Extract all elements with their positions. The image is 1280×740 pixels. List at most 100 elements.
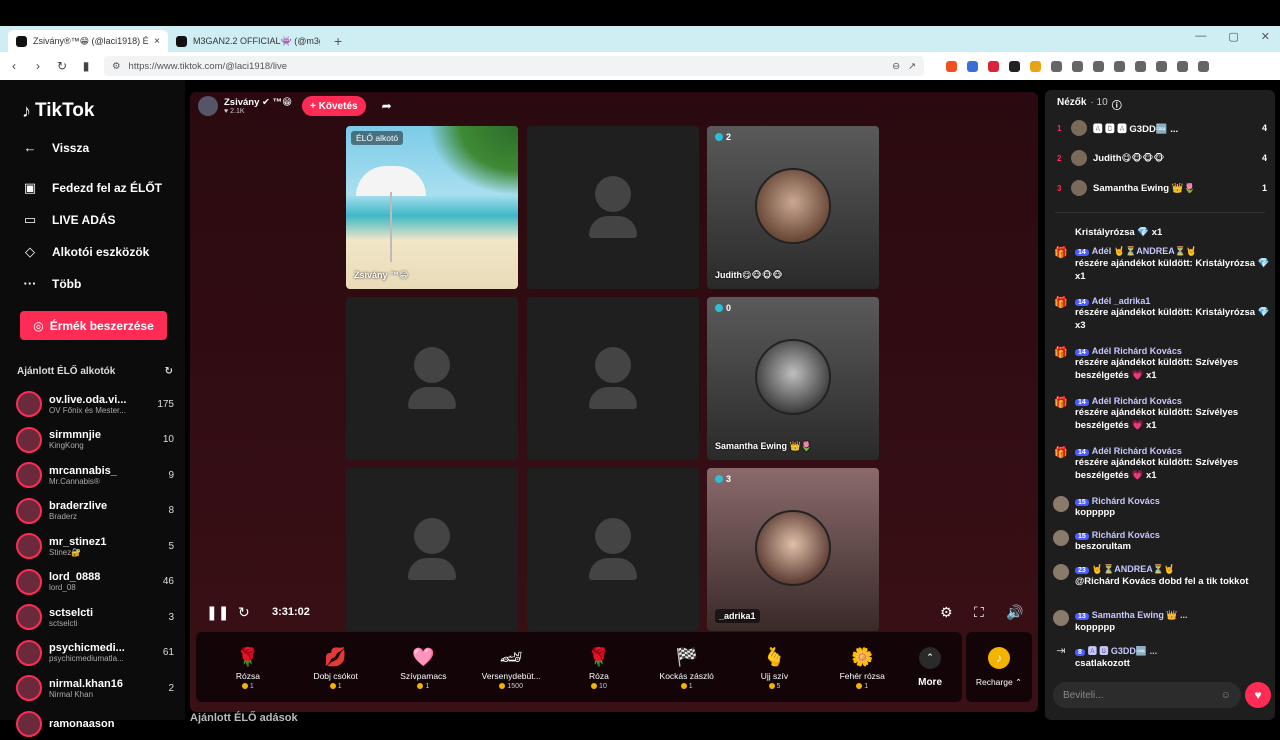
creator-item[interactable]: sirmmnjie KingKong 10 <box>16 424 174 456</box>
puzzle-icon[interactable] <box>1093 60 1104 72</box>
chat-user[interactable]: 14 Adél 🤘⏳ANDREA⏳🤘 <box>1075 246 1271 257</box>
gift-item[interactable]: 🩷 Szívpamacs 1 <box>380 645 468 690</box>
host-video-tile[interactable]: ÉLŐ alkotó Zsivány ™😁 <box>346 126 518 289</box>
chat-message[interactable]: 23 🤘⏳ANDREA⏳🤘 @Richárd Kovács dobd fel a t… <box>1053 564 1271 588</box>
host-tile-label: Zsivány ™😁 <box>354 270 409 280</box>
gift-item[interactable]: 🫰 Ujj szív 5 <box>731 645 819 690</box>
gift-item[interactable]: 🌹 Róza 10 <box>555 645 643 690</box>
fullscreen-icon[interactable]: ⛶ <box>974 604 984 621</box>
extension-icon[interactable] <box>967 60 978 72</box>
chat-user[interactable]: 23 🤘⏳ANDREA⏳🤘 <box>1075 564 1271 575</box>
like-heart-button[interactable]: ♥ <box>1245 682 1271 708</box>
creator-item[interactable]: sctselcti sctselcti 3 <box>16 601 174 633</box>
chat-user[interactable]: 15 Richárd Kovács <box>1075 530 1271 540</box>
share-page-icon[interactable]: ↗ <box>908 61 916 72</box>
chat-message[interactable]: ⇥ 8 🅰 🅱 G3DD🆒 ... csatlakozott <box>1053 644 1271 670</box>
tiktok-logo[interactable]: ♪ TikTok <box>22 100 94 122</box>
zoom-icon[interactable]: ⊖ <box>892 61 900 72</box>
wallet-icon[interactable] <box>1156 60 1167 72</box>
host-avatar[interactable] <box>198 96 218 116</box>
chat-message[interactable]: Kristályrózsa 💎 x1 <box>1053 226 1271 242</box>
gift-item[interactable]: 🏎 Versenydebüt... 1500 <box>467 645 555 690</box>
share-icon[interactable]: ➦ <box>382 99 392 113</box>
sidebar-item-live-broadcast[interactable]: ▭ LIVE ADÁS <box>22 212 116 228</box>
viewer-row[interactable]: 1 🅰 🅱 🅰 G3DD🆒 ... 4 <box>1057 117 1267 139</box>
emoji-icon[interactable]: ☺ <box>1221 690 1231 701</box>
chat-message[interactable]: 15 Richárd Kovács beszorultam <box>1053 530 1271 553</box>
extension-icon[interactable] <box>1072 60 1083 72</box>
close-tab-icon[interactable]: × <box>154 36 160 47</box>
chat-message[interactable]: 🎁 14 Adél _adrika1 részére ajándékot küldöt… <box>1053 296 1271 332</box>
creator-item[interactable]: nirmal.khan16 Nirmal Khan 2 <box>16 672 174 704</box>
chat-message[interactable]: 🎁 14 Adél Richárd Kovács részére ajándékot … <box>1053 396 1271 432</box>
viewer-row[interactable]: 3 Samantha Ewing 👑🌷 1 <box>1057 177 1267 199</box>
url-field[interactable]: ⚙ https://www.tiktok.com/@laci1918/live … <box>104 56 924 76</box>
forward-icon[interactable]: › <box>32 59 44 73</box>
maximize-icon[interactable]: ▢ <box>1228 30 1238 43</box>
chat-message[interactable]: 🎁 14 Adél Richárd Kovács részére ajándékot … <box>1053 446 1271 482</box>
gift-item[interactable]: 🌹 Rózsa 1 <box>204 645 292 690</box>
recharge-button[interactable]: ♪ Recharge ⌃ <box>966 632 1032 702</box>
info-icon[interactable]: ⓘ <box>1112 97 1122 112</box>
guest-tile-samantha[interactable]: 0 Samantha Ewing 👑🌷 <box>707 297 879 460</box>
extension-icon[interactable] <box>1030 60 1041 72</box>
creator-item[interactable]: mrcannabis_ Mr.Cannabis® 9 <box>16 459 174 491</box>
sidebar-item-explore-live[interactable]: ▣ Fedezd fel az ÉLŐT <box>22 180 162 196</box>
reload-icon[interactable]: ↻ <box>56 59 68 73</box>
chat-user[interactable]: 14 Adél _adrika1 <box>1075 296 1271 306</box>
chat-user[interactable]: 15 Richárd Kovács <box>1075 496 1271 506</box>
gift-item[interactable]: 🌼 Fehér rózsa 1 <box>818 645 906 690</box>
host-name[interactable]: Zsivány ✔ ™😁 <box>224 97 292 108</box>
creator-item[interactable]: braderzlive Braderz 8 <box>16 495 174 527</box>
chat-user[interactable]: 8 🅰 🅱 G3DD🆒 ... <box>1075 644 1271 657</box>
creator-item[interactable]: lord_0888 lord_08 46 <box>16 566 174 598</box>
bookmark-icon[interactable]: ▮ <box>80 59 92 73</box>
site-info-icon[interactable]: ⚙ <box>112 61 121 72</box>
sidebar-icon[interactable] <box>1135 60 1146 72</box>
back-icon[interactable]: ‹ <box>8 59 20 73</box>
pause-icon[interactable]: ❚❚ <box>206 604 229 621</box>
chat-user[interactable]: 13 Samantha Ewing 👑 ... <box>1075 610 1271 621</box>
get-coins-button[interactable]: ◎ Érmék beszerzése <box>20 311 167 340</box>
tab-tiktok-live[interactable]: Zsivány®™😁 (@laci1918) ÉL × <box>8 30 168 52</box>
tab-m3gan[interactable]: M3GAN2.2 OFFICIAL👾 (@m3gan <box>168 30 328 52</box>
music-icon[interactable] <box>1114 60 1125 72</box>
viewer-row[interactable]: 2 Judith😋🐵🐵🐵 4 <box>1057 147 1267 169</box>
vpn-icon[interactable] <box>1177 60 1188 72</box>
gift-item[interactable]: 🏁 Kockás zászló 1 <box>643 645 731 690</box>
menu-icon[interactable] <box>1198 60 1209 72</box>
creator-item[interactable]: ov.live.oda.vi... OV Főnix és Mester... … <box>16 388 174 420</box>
extension-icon[interactable] <box>988 60 999 72</box>
creator-item[interactable]: mr_stinez1 Stinez🔐 5 <box>16 530 174 562</box>
creator-item[interactable]: psychicmedi... psychicmediumatla... 61 <box>16 637 174 669</box>
chat-user[interactable]: 14 Adél Richárd Kovács <box>1075 346 1271 356</box>
chat-user[interactable]: 14 Adél Richárd Kovács <box>1075 396 1271 406</box>
sidebar-item-creator-tools[interactable]: ◇ Alkotói eszközök <box>22 244 149 260</box>
brave-shield-icon[interactable] <box>946 60 957 72</box>
empty-guest-slot[interactable] <box>346 297 518 460</box>
chat-user[interactable]: 14 Adél Richárd Kovács <box>1075 446 1271 456</box>
follow-button[interactable]: + Követés <box>302 96 366 116</box>
chat-message[interactable]: 15 Richárd Kovács koppppp <box>1053 496 1271 519</box>
settings-icon[interactable]: ⚙ <box>940 604 953 621</box>
sidebar-item-back[interactable]: ← Vissza <box>22 140 90 155</box>
minimize-icon[interactable]: — <box>1195 30 1206 43</box>
volume-icon[interactable]: 🔊 <box>1006 604 1023 621</box>
empty-guest-slot[interactable] <box>527 126 699 289</box>
empty-guest-slot[interactable] <box>527 297 699 460</box>
guest-tile-judith[interactable]: 2 Judith😋🐵🐵🐵 <box>707 126 879 289</box>
extension-icon[interactable] <box>1009 60 1020 72</box>
sidebar-item-more[interactable]: ··· Több <box>22 276 82 291</box>
gift-item[interactable]: 💋 Dobj csókot 1 <box>292 645 380 690</box>
chat-message[interactable]: 🎁 14 Adél 🤘⏳ANDREA⏳🤘 részére ajándékot küld… <box>1053 246 1271 283</box>
chat-message[interactable]: 13 Samantha Ewing 👑 ... koppppp <box>1053 610 1271 634</box>
refresh-stream-icon[interactable]: ↻ <box>238 604 250 621</box>
chat-message[interactable]: 🎁 14 Adél Richárd Kovács részére ajándékot … <box>1053 346 1271 382</box>
close-window-icon[interactable]: ✕ <box>1261 30 1270 43</box>
chat-input[interactable]: Beviteli... ☺ <box>1053 682 1241 708</box>
creator-item[interactable]: ramonaason <box>16 708 174 740</box>
extension-icon[interactable] <box>1051 60 1062 72</box>
more-gifts-button[interactable]: ⌃ More <box>906 646 954 688</box>
refresh-icon[interactable]: ↻ <box>165 366 173 377</box>
new-tab-button[interactable]: + <box>334 33 342 49</box>
